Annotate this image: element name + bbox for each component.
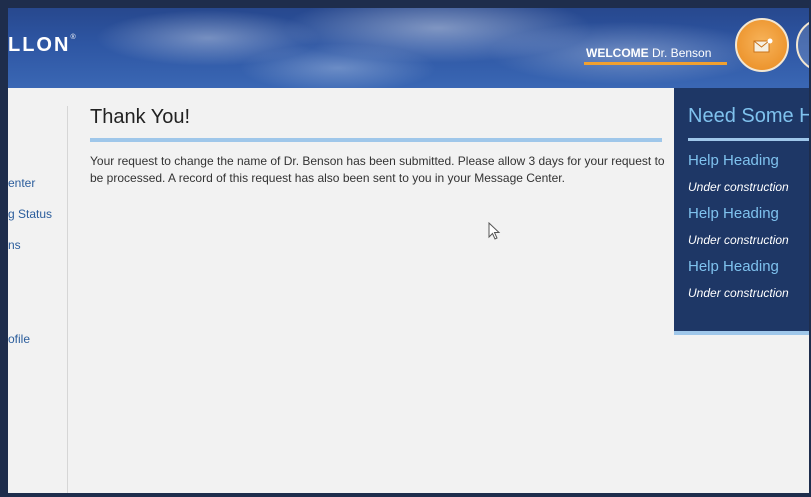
header-banner: LLON® WELCOME Dr. Benson bbox=[8, 8, 809, 88]
help-heading-link[interactable]: Help Heading bbox=[688, 258, 779, 275]
mouse-cursor-icon bbox=[488, 222, 501, 240]
app-window: LLON® WELCOME Dr. Benson enter g Status … bbox=[8, 8, 809, 493]
user-name: Dr. Benson bbox=[652, 46, 712, 60]
help-panel-bottom-rule bbox=[674, 331, 809, 335]
page-title: Thank You! bbox=[90, 106, 191, 128]
help-item-description: Under construction bbox=[688, 233, 789, 247]
welcome-message: WELCOME Dr. Benson bbox=[586, 46, 711, 60]
nav-item-status[interactable]: g Status bbox=[8, 207, 52, 221]
welcome-label: WELCOME bbox=[586, 46, 649, 60]
logo-text: LLON bbox=[8, 34, 71, 56]
nav-divider bbox=[67, 106, 68, 493]
logo-mark: ® bbox=[70, 34, 78, 41]
help-heading-link[interactable]: Help Heading bbox=[688, 205, 779, 222]
welcome-underline bbox=[584, 62, 727, 65]
confirmation-message: Your request to change the name of Dr. B… bbox=[90, 154, 665, 185]
title-divider bbox=[90, 138, 662, 142]
brand-logo[interactable]: LLON® bbox=[8, 34, 78, 57]
left-navigation: enter g Status ns ofile bbox=[8, 88, 68, 493]
message-center-button[interactable] bbox=[735, 18, 789, 72]
help-item-description: Under construction bbox=[688, 180, 789, 194]
nav-item-message-center[interactable]: enter bbox=[8, 176, 35, 190]
nav-item-applications[interactable]: ns bbox=[8, 238, 21, 252]
help-panel: Need Some H Help Heading Under construct… bbox=[674, 88, 809, 331]
help-title-divider bbox=[688, 138, 809, 141]
nav-item-profile[interactable]: ofile bbox=[8, 332, 30, 346]
help-item-description: Under construction bbox=[688, 286, 789, 300]
help-panel-title: Need Some H bbox=[688, 105, 809, 127]
help-heading-link[interactable]: Help Heading bbox=[688, 152, 779, 169]
mail-icon bbox=[753, 38, 773, 53]
header-action-button[interactable] bbox=[796, 18, 809, 72]
